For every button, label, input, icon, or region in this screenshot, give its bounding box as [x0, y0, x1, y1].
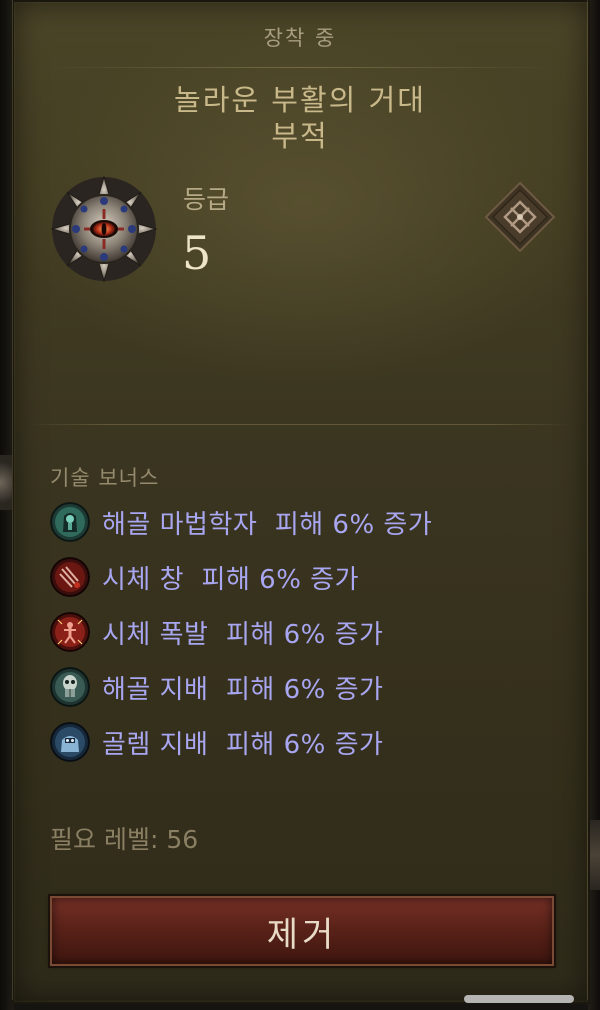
amulet-icon: [50, 175, 158, 283]
skeletal-mage-icon: [50, 502, 90, 542]
item-name-line2: 부적: [271, 119, 329, 153]
bonus-text: 해골 지배 피해 6% 증가: [102, 674, 384, 705]
remove-button-label: 제거: [266, 914, 338, 955]
home-indicator: [464, 995, 574, 1003]
golem-mastery-icon: [50, 722, 90, 762]
section-divider: [30, 424, 570, 425]
corpse-explosion-icon: [50, 612, 90, 652]
grade-label: 등급: [183, 185, 230, 214]
skill-bonus-title: 기술 보너스: [50, 466, 160, 490]
item-name-line1: 놀라운 부활의 거대: [174, 83, 426, 117]
bonus-text: 시체 창 피해 6% 증가: [102, 564, 360, 595]
item-name: 놀라운 부활의 거대 부적: [60, 82, 540, 154]
equipped-status-label: 장착 중: [263, 26, 337, 50]
background-ornament: [0, 455, 12, 510]
amulet-slot-icon: [484, 181, 556, 253]
corpse-lance-icon: [50, 557, 90, 597]
list-item: 시체 폭발 피해 6% 증가: [50, 612, 383, 652]
grade-value: 5: [182, 226, 212, 280]
required-level: 필요 레벨: 56: [50, 825, 199, 854]
header-divider: [40, 67, 560, 68]
bonus-text: 골렘 지배 피해 6% 증가: [102, 729, 384, 760]
list-item: 시체 창 피해 6% 증가: [50, 557, 359, 597]
bonus-text: 시체 폭발 피해 6% 증가: [102, 619, 384, 650]
bonus-text: 해골 마법학자 피해 6% 증가: [102, 509, 433, 540]
skeleton-mastery-icon: [50, 667, 90, 707]
list-item: 해골 마법학자 피해 6% 증가: [50, 502, 432, 542]
list-item: 골렘 지배 피해 6% 증가: [50, 722, 383, 762]
list-item: 해골 지배 피해 6% 증가: [50, 667, 383, 707]
remove-button[interactable]: 제거: [48, 894, 556, 968]
